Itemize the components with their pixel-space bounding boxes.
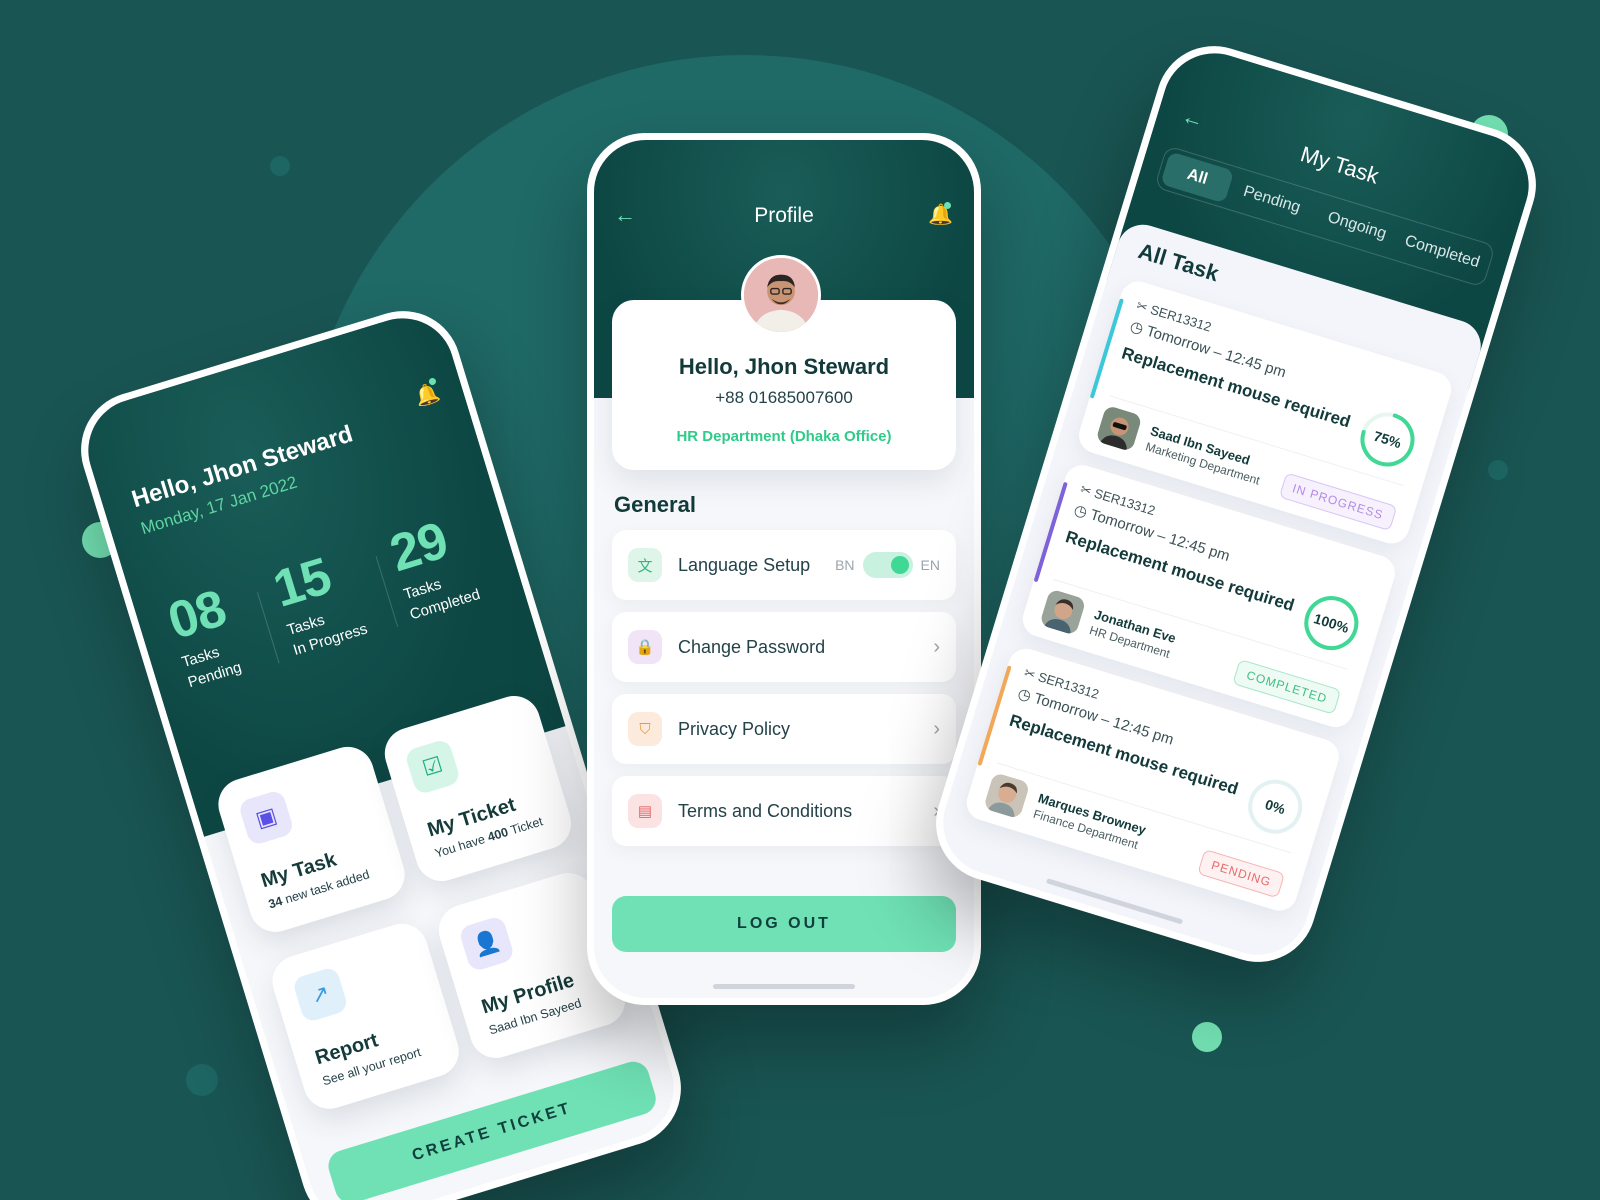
chevron-right-icon: › <box>933 635 940 658</box>
shield-icon: ⛉ <box>628 712 662 746</box>
profile-screen: ← Profile 🔔 Hello, Jhon Steward +88 0168… <box>594 140 974 998</box>
report-tile[interactable]: ↗ Report See all your report <box>266 917 466 1116</box>
profile-name: Hello, Jhon Steward <box>678 354 890 379</box>
page-title: Profile <box>754 204 814 227</box>
toggle-right-label: EN <box>920 557 940 573</box>
ticket-count: 400 <box>485 824 510 845</box>
avatar-image <box>744 258 818 332</box>
setting-label: Language Setup <box>678 554 811 575</box>
wrench-icon: ✂ <box>1134 297 1150 316</box>
wrench-icon: ✂ <box>1078 481 1094 499</box>
decor-dot <box>270 156 290 176</box>
decor-dot <box>1488 460 1508 480</box>
change-password-row[interactable]: 🔒 Change Password › <box>612 612 956 682</box>
chevron-right-icon: › <box>933 717 940 740</box>
clock-icon: ◷ <box>1127 317 1146 338</box>
translate-icon: 文 <box>628 548 662 582</box>
assignee-avatar <box>1095 404 1143 453</box>
wrench-icon: ✂ <box>1022 664 1038 683</box>
assignee-avatar <box>1039 588 1087 636</box>
task-box-icon: ▣ <box>237 788 295 847</box>
profile-phone-number: +88 01685007600 <box>715 388 853 407</box>
decor-dot <box>1192 1022 1222 1052</box>
language-toggle-group: BN EN <box>835 552 940 578</box>
clock-icon: ◷ <box>1071 501 1090 522</box>
task-count: 34 <box>266 893 285 912</box>
toggle-knob <box>890 556 909 574</box>
privacy-policy-row[interactable]: ⛉ Privacy Policy › <box>612 694 956 764</box>
toggle-left-label: BN <box>835 557 855 573</box>
profile-department: HR Department (Dhaka Office) <box>676 428 892 445</box>
user-badge-icon: 👤 <box>457 915 516 973</box>
report-chart-icon: ↗ <box>291 965 350 1024</box>
tile-subtitle-suffix: Ticket <box>508 814 545 838</box>
avatar[interactable] <box>741 255 821 335</box>
setting-label: Change Password <box>678 636 826 657</box>
notification-dot <box>944 202 951 209</box>
clipboard-list-icon: ☑ <box>403 738 462 796</box>
home-indicator <box>713 984 855 989</box>
setting-label: Terms and Conditions <box>678 800 853 821</box>
lock-icon: 🔒 <box>628 630 662 664</box>
language-setup-row[interactable]: 文 Language Setup BN EN <box>612 530 956 600</box>
setting-label: Privacy Policy <box>678 718 791 739</box>
decor-dot <box>186 1064 218 1096</box>
language-toggle[interactable] <box>862 552 913 578</box>
logout-button[interactable]: LOG OUT <box>612 896 956 952</box>
clock-icon: ◷ <box>1015 684 1034 706</box>
section-title: General <box>614 492 696 517</box>
document-icon: ▤ <box>628 794 662 828</box>
terms-row[interactable]: ▤ Terms and Conditions › <box>612 776 956 846</box>
profile-phone: ← Profile 🔔 Hello, Jhon Steward +88 0168… <box>587 133 981 1005</box>
assignee-avatar <box>982 771 1031 820</box>
